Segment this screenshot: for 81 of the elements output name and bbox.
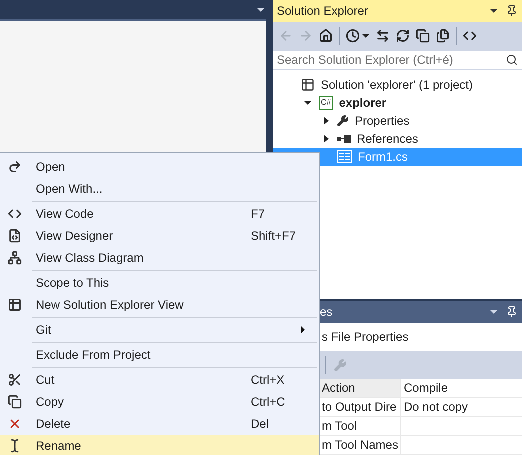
panel-title: es (320, 304, 334, 322)
redo-arrow-icon (8, 160, 22, 174)
tree-item[interactable]: C# explorer (273, 94, 522, 112)
forward-icon (299, 28, 313, 43)
menu-item-label: Copy (36, 394, 66, 411)
menu-item[interactable]: Git (0, 319, 319, 341)
dropdown-icon (490, 8, 498, 13)
diagram-icon (8, 251, 22, 265)
tree-item[interactable]: Properties (273, 112, 522, 130)
expanded-arrow-icon (304, 100, 312, 105)
toolbar-button[interactable] (376, 28, 390, 43)
menu-item-label: Open With... (36, 181, 104, 198)
menu-item-label: Delete (36, 416, 72, 433)
menu-item[interactable]: View Designer Shift+F7 (0, 225, 319, 247)
scissors-icon (8, 373, 22, 387)
properties-subtitle: s File Properties (322, 329, 409, 346)
tree-item-label: explorer (339, 94, 387, 112)
search-input[interactable]: Search Solution Explorer (Ctrl+é) (277, 50, 502, 69)
wrench-icon (337, 114, 349, 127)
toolbar-button[interactable] (396, 28, 410, 43)
menu-item-label: Scope to This (36, 275, 110, 292)
tree-item-label: Form1.cs (358, 148, 408, 166)
menu-item[interactable]: Exclude From Project (0, 344, 319, 366)
clock-icon (346, 28, 360, 43)
menu-item[interactable]: Scope to This (0, 272, 319, 294)
code-icon (463, 28, 477, 43)
dropdown-icon (257, 8, 265, 12)
shortcut-label: Del (251, 416, 270, 433)
copy-icon (8, 395, 22, 409)
menu-item[interactable]: Open With... (0, 178, 319, 200)
refresh-icon (396, 28, 410, 43)
references-icon (337, 134, 351, 143)
toolbar-button[interactable] (463, 28, 477, 43)
windows-icon (416, 28, 430, 43)
toolbar-button[interactable] (319, 28, 333, 43)
menu-item-label: Git (36, 322, 52, 339)
project-icon: C# (319, 96, 334, 110)
toolbar-button[interactable] (416, 28, 430, 43)
files-icon (436, 28, 450, 43)
home-icon (319, 28, 333, 43)
menu-item-label: Cut (36, 372, 56, 389)
solution-icon (301, 78, 315, 92)
pin-icon[interactable] (506, 4, 518, 17)
menu-item[interactable]: View Class Diagram (0, 247, 319, 269)
collapsed-arrow-icon (324, 134, 328, 143)
tree-item-label: Solution 'explorer' (1 project) (321, 76, 473, 94)
menu-item-label: View Class Diagram (36, 250, 145, 267)
tree-item[interactable]: References (273, 130, 522, 148)
menu-item-label: View Designer (36, 228, 114, 245)
menu-item-label: Open (36, 159, 66, 176)
arrows-icon (376, 28, 390, 43)
menu-item-label: Rename (36, 438, 82, 455)
form-icon (337, 150, 352, 164)
property-value: Do not copy (400, 398, 522, 416)
toolbar-button[interactable] (436, 28, 450, 43)
tree-item-label: References (357, 130, 418, 148)
menu-item-label: View Code (36, 206, 95, 223)
shortcut-label: Shift+F7 (251, 228, 298, 245)
search-field[interactable]: Search Solution Explorer (Ctrl+é) (273, 50, 522, 70)
back-icon (279, 28, 293, 43)
designer-icon (8, 229, 22, 243)
menu-item-label: New Solution Explorer View (36, 297, 185, 314)
panel-title: Solution Explorer (277, 2, 370, 20)
tree-item[interactable]: Solution 'explorer' (1 project) (273, 76, 522, 94)
menu-item[interactable]: New Solution Explorer View (0, 294, 319, 316)
pin-icon[interactable] (506, 306, 518, 318)
toolbar-button[interactable] (346, 28, 370, 43)
window-icon (8, 298, 22, 312)
menu-item[interactable]: Rename (0, 435, 319, 455)
code-icon (8, 207, 22, 221)
delete-icon (8, 417, 22, 431)
collapsed-arrow-icon (324, 116, 328, 125)
shortcut-label: F7 (251, 206, 266, 223)
menu-item[interactable]: View Code F7 (0, 203, 319, 225)
dropdown-icon (362, 34, 370, 38)
submenu-arrow-icon (301, 326, 305, 334)
property-value: Compile (400, 379, 522, 397)
search-icon (506, 54, 518, 66)
tree-item-label: Properties (355, 112, 410, 130)
dropdown-icon (490, 310, 498, 314)
menu-item-label: Exclude From Project (36, 347, 152, 364)
